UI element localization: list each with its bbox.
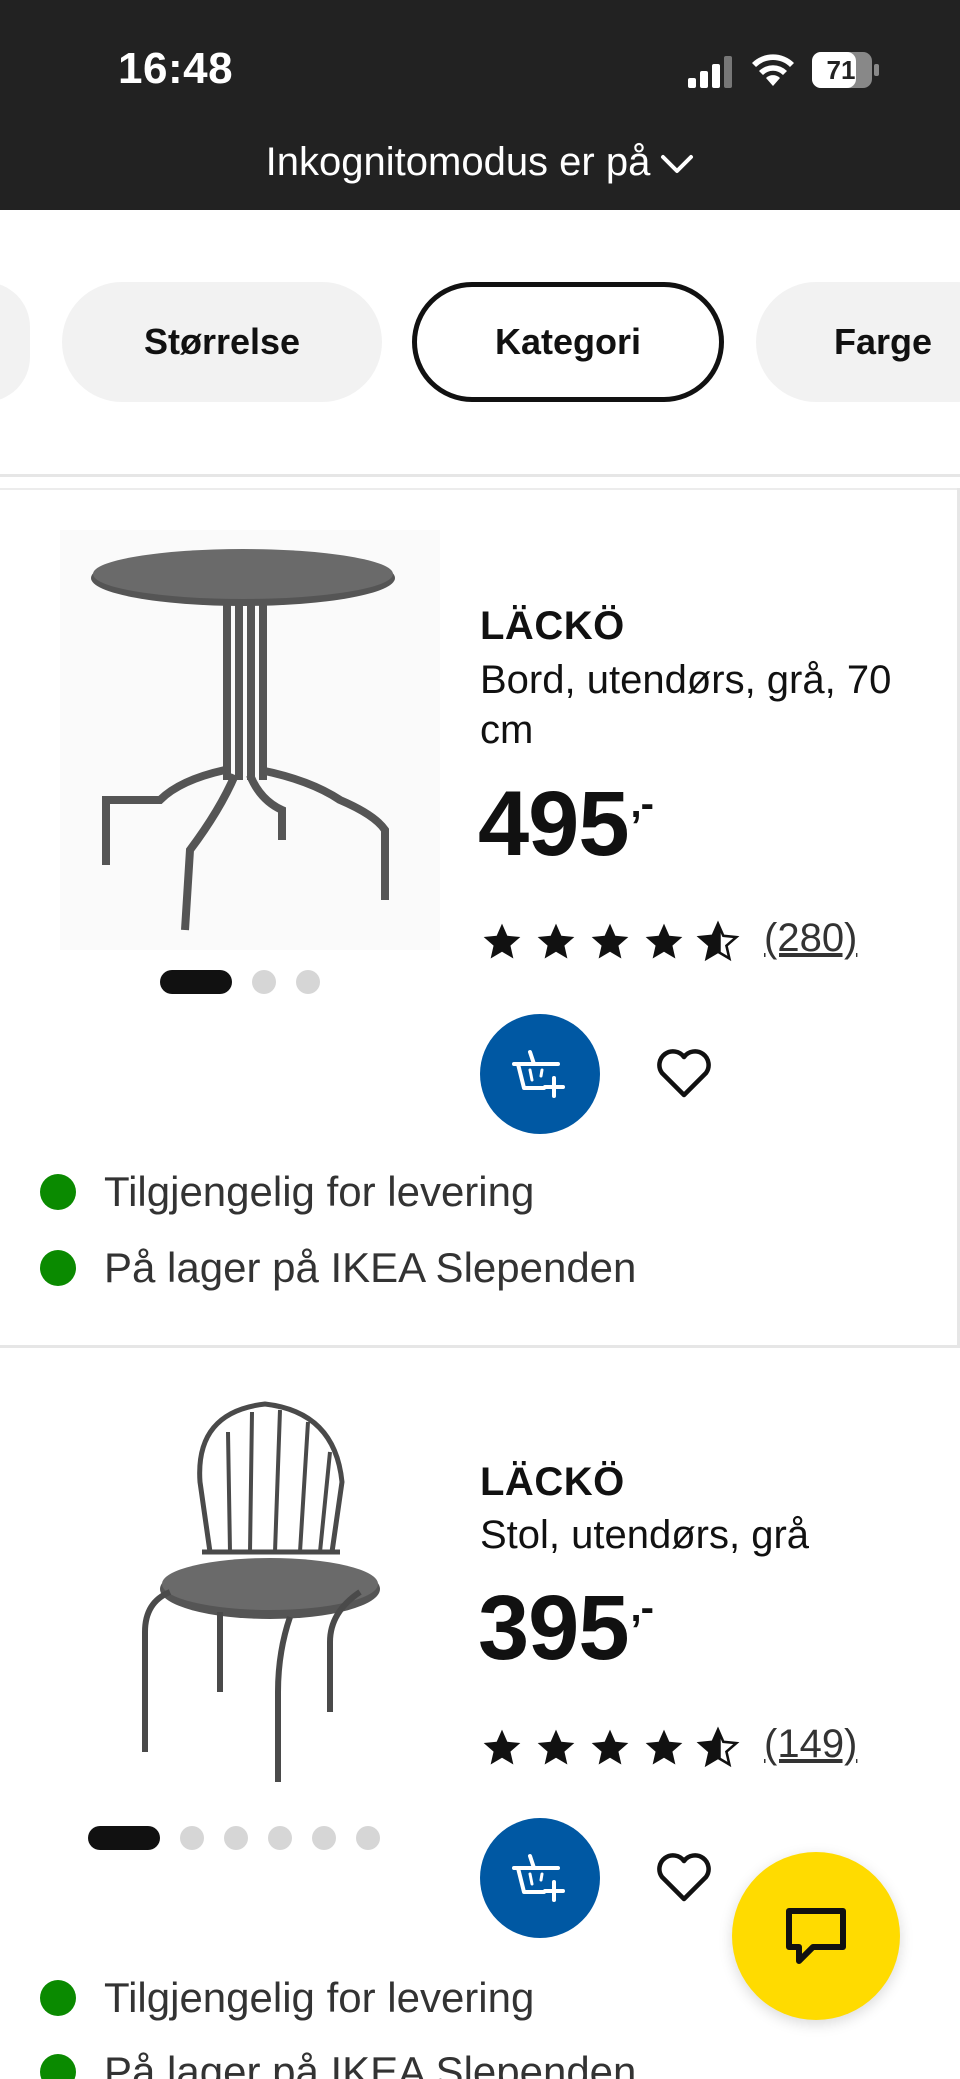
carousel-dot-active[interactable] (160, 970, 232, 994)
product-price: 395,- (478, 1576, 654, 1681)
chat-button[interactable] (732, 1852, 900, 2020)
star-icon (483, 1729, 521, 1765)
star-icon (645, 1729, 683, 1765)
image-carousel-dots[interactable] (160, 970, 320, 994)
favorite-button[interactable] (652, 1042, 716, 1106)
divider (0, 1345, 960, 1348)
add-to-cart-button[interactable] (480, 1014, 600, 1134)
availability-label: Tilgjengelig for levering (104, 1168, 535, 1215)
product-image-chair[interactable] (60, 1392, 440, 1812)
carousel-dot[interactable] (356, 1826, 380, 1850)
star-icon (537, 923, 575, 959)
incognito-label: Inkognitomodus er på (265, 140, 651, 184)
rating-stars (480, 920, 740, 964)
incognito-banner[interactable]: Inkognitomodus er på (0, 140, 960, 185)
in-stock-dot (40, 2054, 76, 2079)
star-icon (645, 923, 683, 959)
price-value: 395 (478, 1577, 629, 1679)
battery-level: 71 (826, 55, 856, 85)
filter-chip-category[interactable]: Kategori (412, 282, 724, 402)
in-stock-dot (40, 1980, 76, 2016)
availability-label: På lager på IKEA Slependen (104, 1244, 637, 1291)
product-brand[interactable]: LÄCKÖ (480, 604, 625, 649)
signal-icon (688, 56, 732, 88)
heart-icon (657, 1853, 711, 1902)
filter-bar: Størrelse Kategori Farge (0, 210, 960, 475)
carousel-dot[interactable] (268, 1826, 292, 1850)
status-bar: 16:48 71 Inkognitomodus er på (0, 0, 960, 210)
filter-chip-partial[interactable] (0, 282, 30, 402)
carousel-dot-active[interactable] (88, 1826, 160, 1850)
divider (0, 474, 960, 477)
star-half-icon (696, 1726, 740, 1768)
divider (0, 488, 960, 490)
reviews-link[interactable]: (280) (764, 916, 857, 961)
availability-store: På lager på IKEA Slependen (40, 2048, 636, 2079)
carousel-dot[interactable] (224, 1826, 248, 1850)
carousel-dot[interactable] (296, 970, 320, 994)
favorite-button[interactable] (652, 1846, 716, 1910)
reviews-link[interactable]: (149) (764, 1722, 857, 1767)
add-to-cart-button[interactable] (480, 1818, 600, 1938)
star-icon (537, 1729, 575, 1765)
carousel-dot[interactable] (312, 1826, 336, 1850)
chevron-down-icon (661, 155, 694, 174)
in-stock-dot (40, 1174, 76, 1210)
rating-stars (480, 1726, 740, 1770)
chat-icon (786, 1908, 846, 1964)
availability-delivery: Tilgjengelig for levering (40, 1168, 534, 1216)
cart-add-icon (512, 1050, 565, 1098)
cart-add-icon (512, 1854, 565, 1902)
heart-icon (657, 1049, 711, 1098)
star-icon (591, 923, 629, 959)
price-suffix: ,- (630, 1586, 654, 1630)
product-price: 495,- (478, 772, 654, 877)
product-description[interactable]: Stol, utendørs, grå (480, 1510, 900, 1560)
product-image-table[interactable] (60, 530, 440, 950)
filter-chip-color[interactable]: Farge (756, 282, 960, 402)
product-description[interactable]: Bord, utendørs, grå, 70 cm (480, 655, 900, 755)
star-half-icon (696, 920, 740, 962)
image-carousel-dots[interactable] (88, 1826, 380, 1850)
star-icon (591, 1729, 629, 1765)
availability-delivery: Tilgjengelig for levering (40, 1974, 534, 2022)
price-value: 495 (478, 773, 629, 875)
carousel-dot[interactable] (180, 1826, 204, 1850)
carousel-dot[interactable] (252, 970, 276, 994)
clock: 16:48 (118, 44, 234, 93)
availability-store: På lager på IKEA Slependen (40, 1244, 636, 1292)
wifi-icon (752, 54, 794, 86)
availability-label: Tilgjengelig for levering (104, 1974, 535, 2021)
availability-label: På lager på IKEA Slependen (104, 2048, 637, 2079)
in-stock-dot (40, 1250, 76, 1286)
price-suffix: ,- (630, 782, 654, 826)
filter-chip-size[interactable]: Størrelse (62, 282, 382, 402)
star-icon (483, 923, 521, 959)
product-brand[interactable]: LÄCKÖ (480, 1460, 625, 1505)
